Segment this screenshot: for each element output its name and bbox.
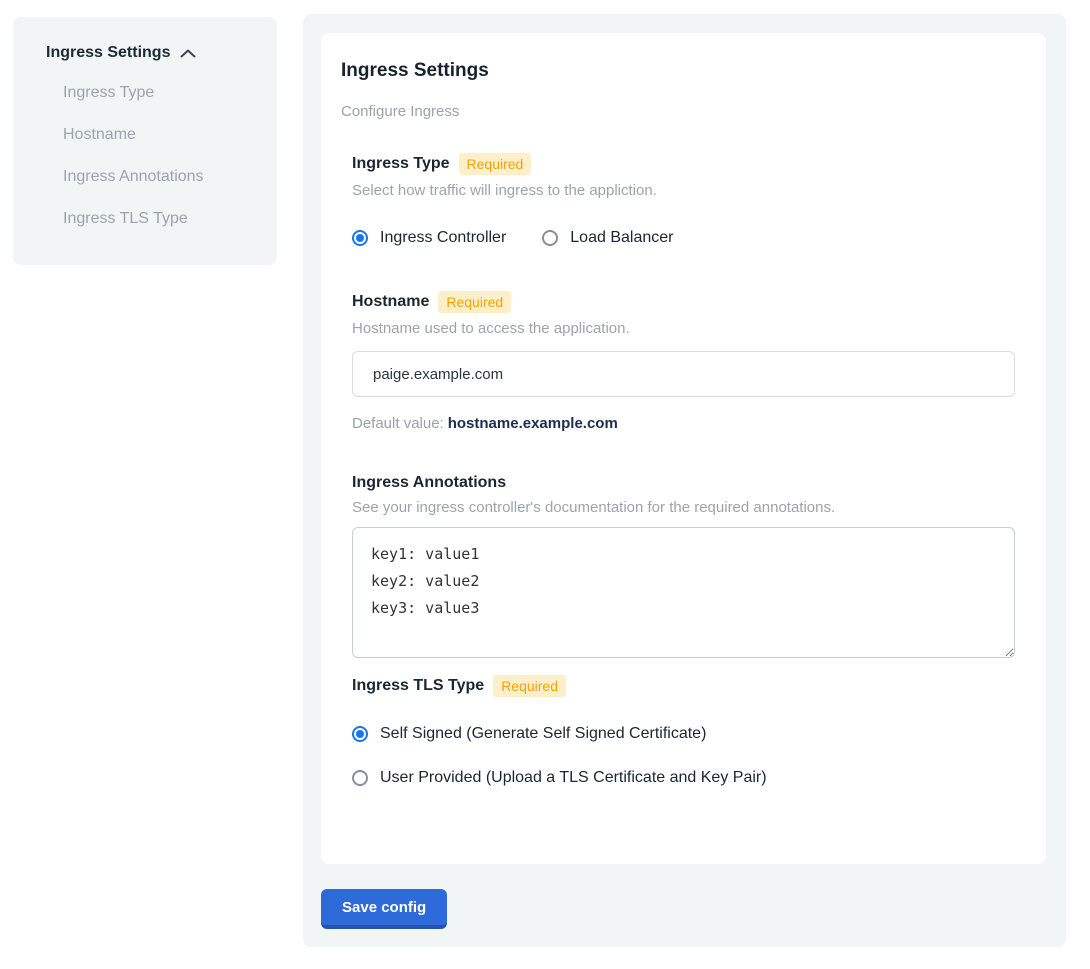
sidebar-item-ingress-type[interactable]: Ingress Type: [63, 72, 261, 114]
radio-unselected-icon: [352, 770, 368, 786]
field-hostname: Hostname Required Hostname used to acces…: [352, 291, 1015, 432]
tls-label-row: Ingress TLS Type Required: [352, 675, 1015, 697]
sidebar-section-title: Ingress Settings: [46, 43, 170, 63]
sidebar-item-ingress-annotations[interactable]: Ingress Annotations: [63, 156, 261, 198]
annotations-label: Ingress Annotations: [352, 474, 506, 492]
tls-type-options: Self Signed (Generate Self Signed Certif…: [352, 725, 1015, 787]
field-ingress-annotations: Ingress Annotations See your ingress con…: [352, 474, 1015, 658]
radio-selected-icon: [352, 230, 368, 246]
radio-label: Load Balancer: [570, 229, 673, 247]
hostname-default-line: Default value:hostname.example.com: [352, 415, 1015, 432]
field-ingress-tls-type: Ingress TLS Type Required Self Signed (G…: [352, 675, 1015, 787]
radio-label: Self Signed (Generate Self Signed Certif…: [380, 725, 706, 743]
default-value-prefix: Default value:: [352, 415, 444, 432]
annotations-textarea[interactable]: key1: value1 key2: value2 key3: value3: [352, 527, 1015, 658]
save-config-button[interactable]: Save config: [321, 889, 447, 929]
annotations-help: See your ingress controller's documentat…: [352, 499, 1015, 516]
page-subtitle: Configure Ingress: [341, 103, 1026, 120]
sidebar-item-hostname[interactable]: Hostname: [63, 114, 261, 156]
hostname-help: Hostname used to access the application.: [352, 320, 1015, 337]
form-fields: Ingress Type Required Select how traffic…: [352, 153, 1015, 787]
required-badge: Required: [459, 153, 532, 175]
sidebar-section-toggle[interactable]: Ingress Settings: [46, 43, 261, 63]
page-title: Ingress Settings: [341, 60, 1026, 82]
tls-type-label: Ingress TLS Type: [352, 677, 484, 695]
radio-user-provided[interactable]: User Provided (Upload a TLS Certificate …: [352, 769, 1015, 787]
required-badge: Required: [493, 675, 566, 697]
radio-label: User Provided (Upload a TLS Certificate …: [380, 769, 767, 787]
radio-unselected-icon: [542, 230, 558, 246]
ingress-type-help: Select how traffic will ingress to the a…: [352, 182, 1015, 199]
hostname-label: Hostname: [352, 293, 429, 311]
sidebar-item-list: Ingress Type Hostname Ingress Annotation…: [63, 72, 261, 240]
ingress-type-label-row: Ingress Type Required: [352, 153, 1015, 175]
hostname-label-row: Hostname Required: [352, 291, 1015, 313]
sidebar-item-ingress-tls-type[interactable]: Ingress TLS Type: [63, 198, 261, 240]
ingress-type-label: Ingress Type: [352, 155, 450, 173]
settings-sidebar: Ingress Settings Ingress Type Hostname I…: [13, 17, 277, 265]
radio-ingress-controller[interactable]: Ingress Controller: [352, 229, 506, 247]
settings-panel: Ingress Settings Configure Ingress Ingre…: [303, 14, 1066, 947]
radio-self-signed[interactable]: Self Signed (Generate Self Signed Certif…: [352, 725, 1015, 743]
ingress-settings-card: Ingress Settings Configure Ingress Ingre…: [321, 33, 1046, 864]
chevron-up-icon: [180, 49, 196, 58]
default-value-text: hostname.example.com: [448, 415, 618, 432]
required-badge: Required: [438, 291, 511, 313]
radio-load-balancer[interactable]: Load Balancer: [542, 229, 673, 247]
radio-selected-icon: [352, 726, 368, 742]
annotations-label-row: Ingress Annotations: [352, 474, 1015, 492]
field-ingress-type: Ingress Type Required Select how traffic…: [352, 153, 1015, 247]
ingress-type-options: Ingress Controller Load Balancer: [352, 229, 1015, 247]
radio-label: Ingress Controller: [380, 229, 506, 247]
hostname-input[interactable]: [352, 351, 1015, 397]
